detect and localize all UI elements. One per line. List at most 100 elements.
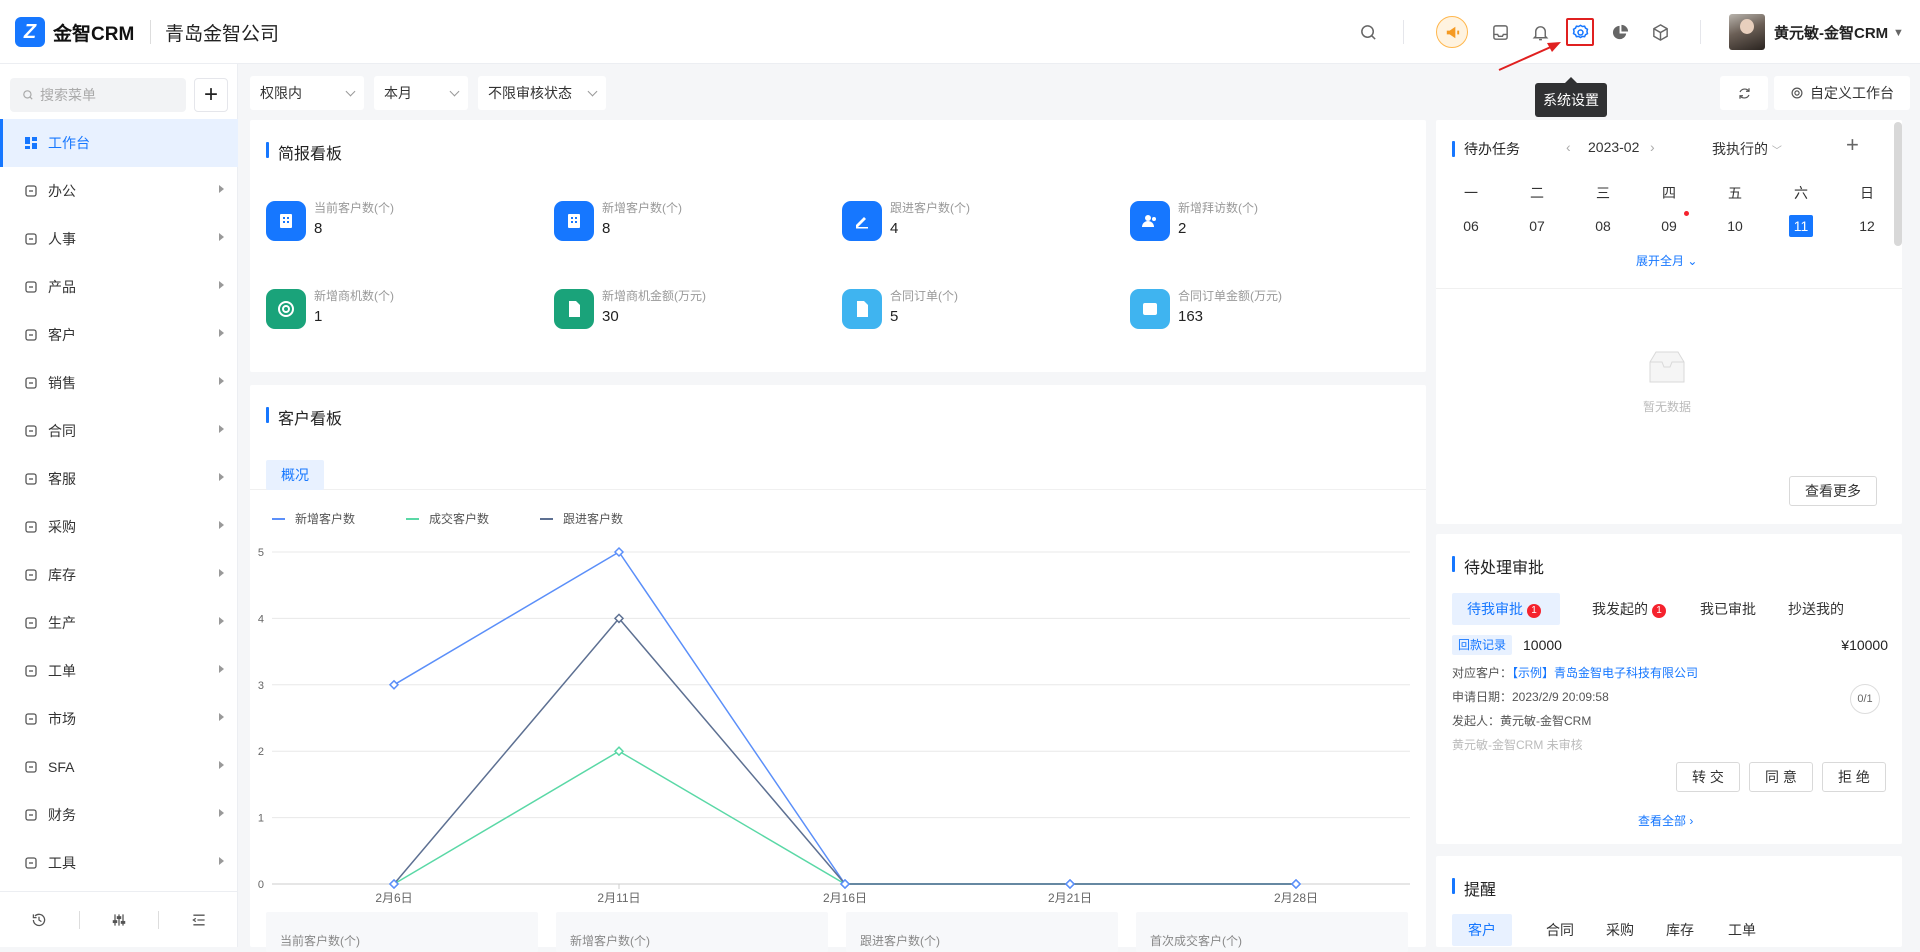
reminder-tab[interactable]: 采购 <box>1606 914 1634 946</box>
tab-overview[interactable]: 概况 <box>266 460 324 490</box>
chevron-down-icon[interactable]: ▼ <box>1893 27 1904 39</box>
sidebar-item-0[interactable]: 工作台 <box>0 119 238 167</box>
period-value: 本月 <box>384 85 412 101</box>
refresh-icon <box>1738 87 1750 99</box>
stat-item[interactable]: 合同订单(个) 5 <box>842 286 1092 334</box>
dashboard-icon <box>24 136 38 150</box>
x-tick-label: 2月6日 <box>375 891 412 905</box>
approve-button[interactable]: 同 意 <box>1749 762 1813 792</box>
sidebar-item-2[interactable]: 人事 <box>0 215 238 263</box>
tab-approved[interactable]: 我已审批 <box>1700 599 1756 619</box>
reminder-tab[interactable]: 客户 <box>1452 914 1512 946</box>
collapse-icon[interactable] <box>159 912 238 928</box>
sfa-icon <box>24 760 38 774</box>
stat-item[interactable]: 新增商机数(个) 1 <box>266 286 516 334</box>
calendar-day[interactable]: 07 <box>1525 215 1549 237</box>
event-dot <box>1684 211 1689 216</box>
record-customer: 对应客户：【示例】青岛金智电子科技有限公司 <box>1452 664 1698 681</box>
cube-icon[interactable] <box>1646 18 1674 46</box>
legend-label: 跟进客户数 <box>563 512 624 526</box>
legend-item[interactable]: 跟进客户数 <box>540 510 623 527</box>
stat-item[interactable]: 新增拜访数(个) 2 <box>1130 198 1380 246</box>
search-icon[interactable] <box>1354 18 1382 46</box>
refresh-button[interactable] <box>1720 76 1768 110</box>
sidebar-item-14[interactable]: 财务 <box>0 791 238 839</box>
calendar-day[interactable]: 06 <box>1459 215 1483 237</box>
stat-label: 新增商机数(个) <box>314 289 394 303</box>
history-icon[interactable] <box>0 912 79 928</box>
transfer-button[interactable]: 转 交 <box>1676 762 1740 792</box>
stat-label: 当前客户数(个) <box>314 201 394 215</box>
reminder-tab[interactable]: 库存 <box>1666 914 1694 946</box>
sidebar-item-6[interactable]: 合同 <box>0 407 238 455</box>
tab-initiated[interactable]: 我发起的 1 <box>1592 599 1666 619</box>
sidebar-item-15[interactable]: 工具 <box>0 839 238 887</box>
todo-scope-select[interactable]: 我执行的 ﹀ <box>1712 139 1782 159</box>
company-name[interactable]: 青岛金智公司 <box>165 19 279 46</box>
sidebar-item-1[interactable]: 办公 <box>0 167 238 215</box>
monitor-icon <box>24 184 38 198</box>
stat-item[interactable]: 合同订单金额(万元) 163 <box>1130 286 1380 334</box>
scrollbar[interactable] <box>1894 122 1902 246</box>
calendar-day[interactable]: 08 <box>1591 215 1615 237</box>
legend-item[interactable]: 成交客户数 <box>406 510 489 527</box>
pie-chart-icon[interactable] <box>1606 18 1634 46</box>
announcement-icon[interactable] <box>1436 16 1468 48</box>
audit-status-select[interactable]: 不限审核状态 <box>478 76 606 110</box>
tab-pending-approval[interactable]: 待我审批 1 <box>1467 599 1541 619</box>
view-all-link[interactable]: 查看全部 › <box>1638 812 1693 829</box>
custom-workspace-button[interactable]: 自定义工作台 <box>1774 76 1910 110</box>
calendar-day[interactable]: 09 <box>1657 215 1681 237</box>
view-more-button[interactable]: 查看更多 <box>1789 476 1877 506</box>
scope-select[interactable]: 权限内 <box>250 76 364 110</box>
reject-button[interactable]: 拒 绝 <box>1822 762 1886 792</box>
tab-cc-me[interactable]: 抄送我的 <box>1788 599 1844 619</box>
chevron-down-icon <box>345 86 356 97</box>
sidebar-item-10[interactable]: 生产 <box>0 599 238 647</box>
sidebar-item-11[interactable]: 工单 <box>0 647 238 695</box>
approval-card: 待处理审批 待我审批 1 我发起的 1 我已审批 抄送我的 回款记录 10000 ¥… <box>1436 534 1902 844</box>
stat-item[interactable]: 跟进客户数(个) 4 <box>842 198 1092 246</box>
calendar-day[interactable]: 12 <box>1855 215 1879 237</box>
search-icon <box>23 90 33 100</box>
expand-month-link[interactable]: 展开全月 ⌄ <box>1636 252 1697 269</box>
sidebar-item-label: 工具 <box>48 855 76 871</box>
reminder-tab[interactable]: 工单 <box>1728 914 1756 946</box>
user-name[interactable]: 黄元敏-金智CRM <box>1774 22 1888 43</box>
sidebar-item-5[interactable]: 销售 <box>0 359 238 407</box>
stat-item[interactable]: 当前客户数(个) 8 <box>266 198 516 246</box>
sidebar-item-7[interactable]: 客服 <box>0 455 238 503</box>
prev-month-icon[interactable]: ‹ <box>1566 139 1571 155</box>
sidebar-item-3[interactable]: 产品 <box>0 263 238 311</box>
reminder-tab[interactable]: 合同 <box>1546 914 1574 946</box>
customer-link[interactable]: 【示例】青岛金智电子科技有限公司 <box>1512 666 1698 680</box>
settings-icon[interactable] <box>1566 18 1594 46</box>
calendar-day[interactable]: 11 <box>1789 215 1813 237</box>
store-icon <box>24 712 38 726</box>
calendar-day[interactable]: 10 <box>1723 215 1747 237</box>
add-todo-icon[interactable]: + <box>1846 132 1859 158</box>
bag-icon <box>24 520 38 534</box>
stat-item[interactable]: 新增客户数(个) 8 <box>554 198 804 246</box>
sidebar-item-8[interactable]: 采购 <box>0 503 238 551</box>
chevron-right-icon <box>219 761 224 769</box>
empty-text: 暂无数据 <box>1642 400 1691 414</box>
add-button[interactable]: + <box>194 78 228 112</box>
next-month-icon[interactable]: › <box>1650 139 1655 155</box>
chevron-right-icon <box>219 329 224 337</box>
sliders-icon[interactable] <box>80 912 159 928</box>
chevron-down-icon <box>587 86 598 97</box>
menu-search-input[interactable]: 搜索菜单 <box>10 78 186 112</box>
legend-item[interactable]: 新增客户数 <box>272 510 355 527</box>
sidebar-item-9[interactable]: 库存 <box>0 551 238 599</box>
sidebar-item-4[interactable]: 客户 <box>0 311 238 359</box>
approval-title: 待处理审批 <box>1452 554 1544 578</box>
stat-value: 5 <box>890 308 899 325</box>
sidebar-item-13[interactable]: SFA <box>0 743 238 791</box>
stat-item[interactable]: 新增商机金额(万元) 30 <box>554 286 804 334</box>
period-select[interactable]: 本月 <box>374 76 468 110</box>
avatar[interactable] <box>1729 14 1765 50</box>
sidebar-item-12[interactable]: 市场 <box>0 695 238 743</box>
factory-icon <box>24 616 38 630</box>
data-point <box>1064 878 1076 890</box>
